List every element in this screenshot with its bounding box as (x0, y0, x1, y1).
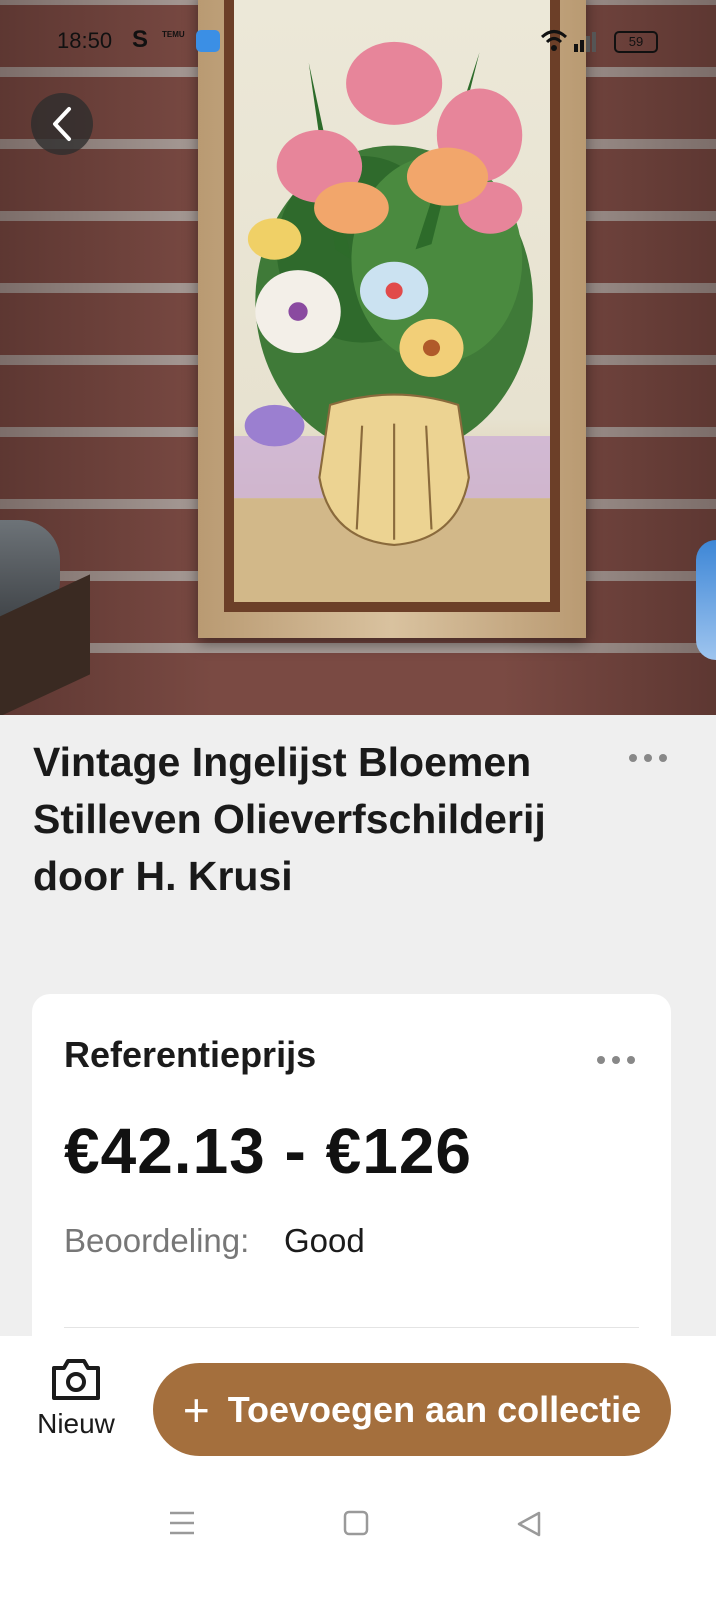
more-horizontal-icon (629, 754, 667, 762)
item-title: Vintage Ingelijst Bloemen Stilleven Olie… (33, 739, 546, 899)
menu-icon[interactable] (168, 1510, 196, 1536)
camera-icon (52, 1359, 100, 1400)
painting-frame (198, 0, 586, 638)
price-range: €42.13 - €126 (64, 1115, 472, 1187)
flower-painting (234, 41, 550, 602)
rating-label: Beoordeling: (64, 1222, 250, 1259)
temu-icon: TEMU (162, 30, 185, 39)
new-label: Nieuw (37, 1408, 115, 1439)
reference-price-label: Referentieprijs (64, 1034, 317, 1075)
wifi-icon (540, 30, 596, 52)
weather-icon (196, 30, 220, 52)
item-photo[interactable] (0, 0, 716, 715)
back-button[interactable] (31, 93, 93, 155)
s-app-icon: S (132, 26, 149, 53)
status-time: 18:50 (57, 28, 113, 53)
add-to-collection-button[interactable]: + Toevoegen aan collectie (153, 1363, 671, 1456)
square-icon[interactable] (343, 1510, 369, 1536)
plus-icon: + (182, 1383, 210, 1436)
rating-value: Good (284, 1222, 365, 1259)
battery-icon: 59 (614, 31, 658, 53)
system-nav-bar (0, 1496, 716, 1556)
divider (64, 1327, 639, 1328)
status-bar: 18:50 S TEMU 59 (0, 22, 716, 62)
painting-canvas (234, 0, 550, 602)
price-card: Referentieprijs €42.13 - €126 Beoordelin… (32, 994, 671, 1394)
chevron-left-icon (53, 107, 71, 141)
card-more-button[interactable] (596, 1050, 636, 1075)
new-scan-button[interactable]: Nieuw (24, 1356, 128, 1466)
add-to-collection-label: Toevoegen aan collectie (227, 1388, 642, 1430)
triangle-back-icon[interactable] (515, 1510, 543, 1538)
blue-object (696, 540, 716, 660)
title-more-button[interactable] (628, 748, 668, 773)
bottom-bar: Nieuw + Toevoegen aan collectie (0, 1336, 716, 1600)
more-horizontal-icon (597, 1056, 635, 1064)
